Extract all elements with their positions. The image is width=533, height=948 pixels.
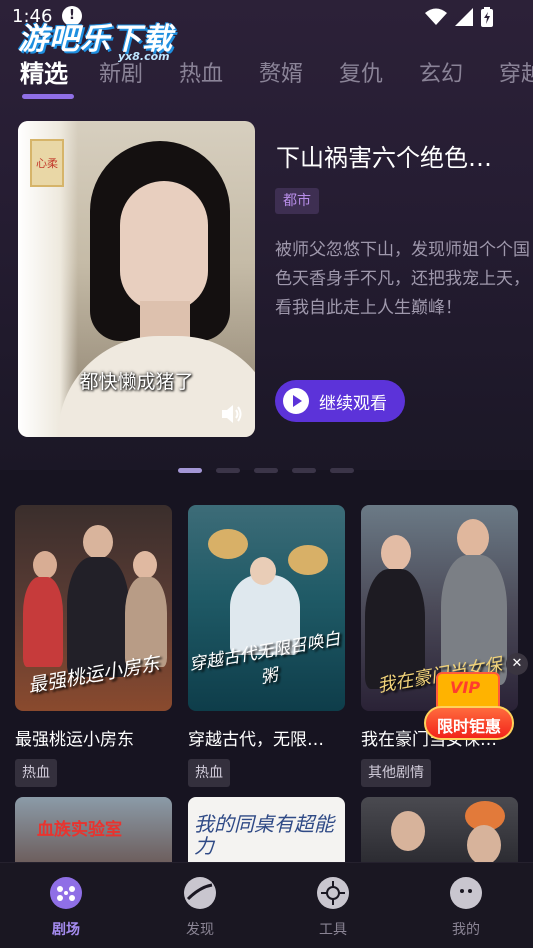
active-tab-indicator: [22, 94, 74, 99]
continue-watching-label: 继续观看: [319, 393, 387, 414]
planet-icon: [184, 877, 216, 909]
bottom-navigation: 剧场 发现 工具 我的: [0, 862, 533, 948]
drama-title[interactable]: 最强桃运小房东: [15, 725, 172, 750]
carousel-dot[interactable]: [330, 468, 354, 473]
poster-figure: [391, 811, 425, 851]
poster-figure: [83, 525, 113, 559]
drama-poster[interactable]: 穿越古代无限召唤白粥: [188, 505, 345, 711]
drama-card[interactable]: 穿越古代无限召唤白粥 穿越古代，无限… 热血: [188, 505, 345, 787]
drama-poster[interactable]: [361, 797, 518, 867]
tab-fantasy[interactable]: 玄幻: [419, 56, 463, 88]
poster-title-art: 血族实验室: [37, 820, 122, 840]
carousel-dot[interactable]: [216, 468, 240, 473]
tab-revenge[interactable]: 复仇: [339, 56, 383, 88]
tab-son-in-law[interactable]: 赘婿: [259, 56, 303, 88]
poster-figure: [250, 557, 276, 585]
battery-icon: [481, 7, 493, 27]
drama-genre-tag: 其他剧情: [361, 759, 431, 787]
poster-figure: [467, 825, 501, 865]
nav-item-tools[interactable]: 工具: [298, 877, 368, 939]
drama-title[interactable]: 穿越古代，无限…: [188, 725, 345, 750]
theater-icon: [50, 877, 82, 909]
poster-figure: [133, 551, 157, 579]
featured-description: 被师父忽悠下山，发现师姐个个国色天香身手不凡，还把我宠上天，看我自此走上人生巅峰…: [275, 240, 530, 318]
vip-promo-badge[interactable]: VIP 限时钜惠: [424, 668, 514, 746]
drama-poster[interactable]: 我的同桌有超能力: [188, 797, 345, 867]
face-icon: [450, 877, 482, 909]
promo-label: 限时钜惠: [436, 717, 501, 736]
poster-figure: [457, 519, 489, 557]
poster-sign-text: 心柔: [36, 157, 58, 170]
tab-action[interactable]: 热血: [179, 56, 223, 88]
tab-new[interactable]: 新剧: [99, 56, 143, 88]
carousel-dot[interactable]: [292, 468, 316, 473]
featured-genre-tag: 都市: [275, 188, 319, 214]
nav-item-discover[interactable]: 发现: [165, 877, 235, 939]
carousel-indicator: [178, 468, 354, 473]
poster-figure: [288, 545, 328, 575]
continue-watching-button[interactable]: 继续观看: [275, 380, 405, 422]
nav-label: 工具: [319, 922, 347, 938]
play-icon: [283, 388, 309, 414]
close-icon[interactable]: ✕: [506, 653, 528, 675]
featured-poster[interactable]: 心柔 都快懒成猪了: [18, 121, 255, 437]
poster-figure: [381, 535, 411, 571]
poster-figure: [33, 551, 57, 579]
promo-vip-text: VIP: [450, 678, 481, 697]
poster-sign: 心柔: [30, 139, 64, 187]
featured-title[interactable]: 下山祸害六个绝色…: [276, 138, 526, 173]
volume-icon[interactable]: [219, 401, 245, 427]
status-icons: [425, 7, 493, 27]
category-tabs: 精选 新剧 热血 赘婿 复仇 玄幻 穿越: [0, 50, 533, 100]
poster-figure: [23, 577, 63, 667]
tab-time-travel[interactable]: 穿越: [499, 56, 533, 88]
wifi-icon: [425, 8, 447, 25]
nav-item-mine[interactable]: 我的: [431, 877, 501, 939]
signal-icon: [455, 8, 473, 26]
poster-figure: [208, 529, 248, 559]
nav-item-theater[interactable]: 剧场: [31, 877, 101, 939]
drama-genre-tag: 热血: [188, 759, 230, 787]
poster-actress-face: [120, 181, 208, 311]
tab-featured[interactable]: 精选: [20, 54, 68, 89]
drama-poster[interactable]: 最强桃运小房东: [15, 505, 172, 711]
aperture-icon: [317, 877, 349, 909]
video-caption: 都快懒成猪了: [79, 371, 194, 393]
nav-label: 发现: [186, 922, 214, 938]
drama-card[interactable]: 最强桃运小房东 最强桃运小房东 热血: [15, 505, 172, 787]
drama-poster[interactable]: 血族实验室: [15, 797, 172, 867]
drama-genre-tag: 热血: [15, 759, 57, 787]
carousel-dot[interactable]: [178, 468, 202, 473]
nav-label: 剧场: [52, 922, 80, 938]
carousel-dot[interactable]: [254, 468, 278, 473]
poster-title-art: 我的同桌有超能力: [194, 812, 334, 858]
nav-label: 我的: [452, 922, 480, 938]
